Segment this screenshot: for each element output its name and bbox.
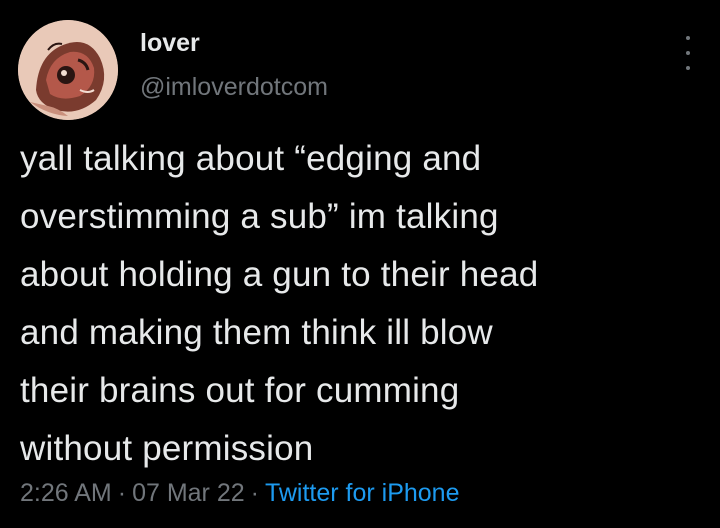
- avatar[interactable]: [18, 20, 118, 120]
- display-name[interactable]: lover: [140, 28, 328, 58]
- tweet-text: yall talking about “edging and overstimm…: [20, 139, 539, 468]
- avatar-illustration-icon: [18, 20, 118, 120]
- meta-separator: ·: [117, 479, 127, 507]
- author-info: lover @imloverdotcom: [140, 28, 328, 102]
- tweet-date[interactable]: 07 Mar 22: [132, 479, 245, 507]
- username-handle[interactable]: @imloverdotcom: [140, 72, 328, 102]
- tweet-metadata: 2:26 AM · 07 Mar 22 · Twitter for iPhone: [20, 478, 459, 508]
- more-dots-vertical-icon[interactable]: [682, 36, 694, 70]
- tweet-time[interactable]: 2:26 AM: [20, 479, 112, 507]
- meta-separator: ·: [250, 479, 259, 507]
- tweet: lover @imloverdotcom yall talking about …: [0, 0, 720, 528]
- source-link[interactable]: Twitter for iPhone: [265, 479, 460, 507]
